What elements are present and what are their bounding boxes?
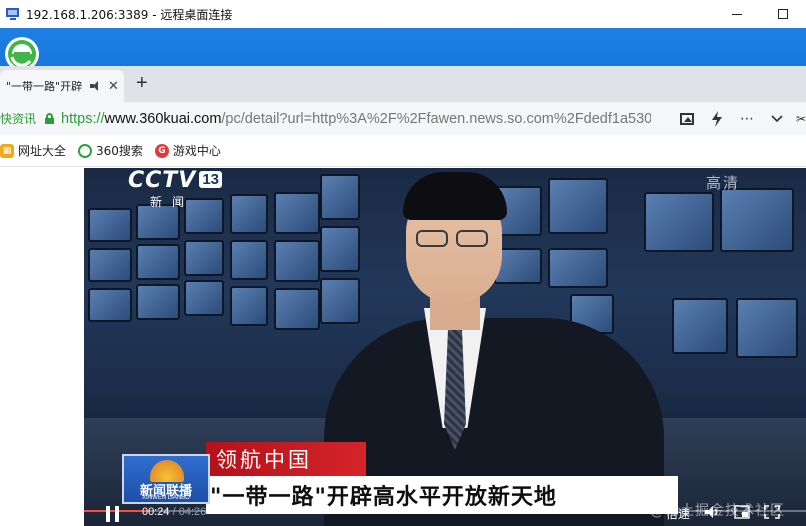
url-field[interactable]: https://www.360kuai.com/pc/detail?url=ht… xyxy=(61,111,651,127)
channel-brand: CCTV xyxy=(128,168,197,193)
bookmark-item-2[interactable]: G 游戏中心 xyxy=(154,142,221,159)
channel-number: 13 xyxy=(199,171,223,188)
url-scheme: https:// xyxy=(61,110,105,127)
globe-icon xyxy=(150,460,184,482)
url-path: /pc/detail?url=http%3A%2F%2Ffawen.news.s… xyxy=(221,110,652,127)
browser-header xyxy=(0,28,806,68)
speed-mode-button[interactable] xyxy=(702,102,732,135)
minimize-button[interactable] xyxy=(714,0,760,28)
tab-strip: "一带一路"开辟 ✕ + xyxy=(0,66,806,102)
video-player[interactable]: CCTV 13 新闻 高清 领航中国 "一带一路"开辟高水平开放新天地 新闻联播 … xyxy=(84,168,806,526)
cut-button[interactable]: ✂ xyxy=(792,102,806,135)
caption-topic: 领航中国 xyxy=(206,442,366,476)
tab-active[interactable]: "一带一路"开辟 ✕ xyxy=(0,70,124,102)
bookmarks-bar: ▦ 网址大全 360搜索 G 游戏中心 xyxy=(0,135,806,167)
scissors-icon: ✂ xyxy=(795,111,806,126)
bookmark-label: 网址大全 xyxy=(18,144,67,158)
image-icon xyxy=(680,112,694,125)
search-360-icon xyxy=(78,143,93,158)
rdp-title-bar: 192.168.1.206:3389 - 远程桌面连接 xyxy=(0,0,806,28)
hd-mark: 高清 xyxy=(706,174,741,192)
browser-logo-icon[interactable] xyxy=(2,32,42,68)
maximize-icon xyxy=(778,9,788,19)
minimize-icon xyxy=(732,13,742,15)
window-controls xyxy=(714,0,806,28)
caption-topic-text: 领航中国 xyxy=(216,448,312,472)
program-logo: 新闻联播 XINWEN LIANBO xyxy=(122,454,210,504)
channel-subtitle: 新闻 xyxy=(150,195,195,209)
maximize-button[interactable] xyxy=(760,0,806,28)
bookmark-item-1[interactable]: 360搜索 xyxy=(78,142,143,159)
bookmark-label: 360搜索 xyxy=(96,144,143,158)
tab-title: "一带一路"开辟 xyxy=(6,80,83,93)
new-tab-button[interactable]: + xyxy=(136,72,148,95)
news-anchor xyxy=(324,168,664,526)
watermark: @稀土掘金技术社区 xyxy=(650,503,785,519)
speaker-icon[interactable] xyxy=(90,80,102,92)
site-tag[interactable]: 快资讯 xyxy=(0,110,36,127)
bookmark-label: 游戏中心 xyxy=(172,144,221,158)
rdp-window-title: 192.168.1.206:3389 - 远程桌面连接 xyxy=(26,7,233,22)
more-button[interactable]: ⋯ xyxy=(732,102,762,135)
tab-close-icon[interactable]: ✕ xyxy=(108,78,119,94)
address-tools: ⋯ ✂ xyxy=(672,102,806,135)
channel-logo: CCTV 13 新闻 xyxy=(128,168,223,210)
image-button[interactable] xyxy=(672,102,702,135)
more-dots-icon: ⋯ xyxy=(740,110,754,126)
lightning-icon xyxy=(712,110,722,127)
grid-icon: ▦ xyxy=(0,143,14,158)
url-host: www.360kuai.com xyxy=(104,110,222,127)
lock-icon[interactable] xyxy=(45,113,55,124)
time-display: 00:24 / 04:26 xyxy=(142,506,207,518)
time-current: 00:24 xyxy=(142,506,170,518)
dropdown-button[interactable] xyxy=(762,102,792,135)
chevron-down-icon xyxy=(771,114,783,122)
pause-button[interactable] xyxy=(106,506,120,522)
time-total: 04:26 xyxy=(178,506,207,518)
address-bar-row: 快资讯 https://www.360kuai.com/pc/detail?ur… xyxy=(0,102,806,135)
remote-desktop-icon xyxy=(6,7,20,21)
bookmark-item-0[interactable]: ▦ 网址大全 xyxy=(0,142,66,159)
game-center-icon: G xyxy=(154,143,169,158)
